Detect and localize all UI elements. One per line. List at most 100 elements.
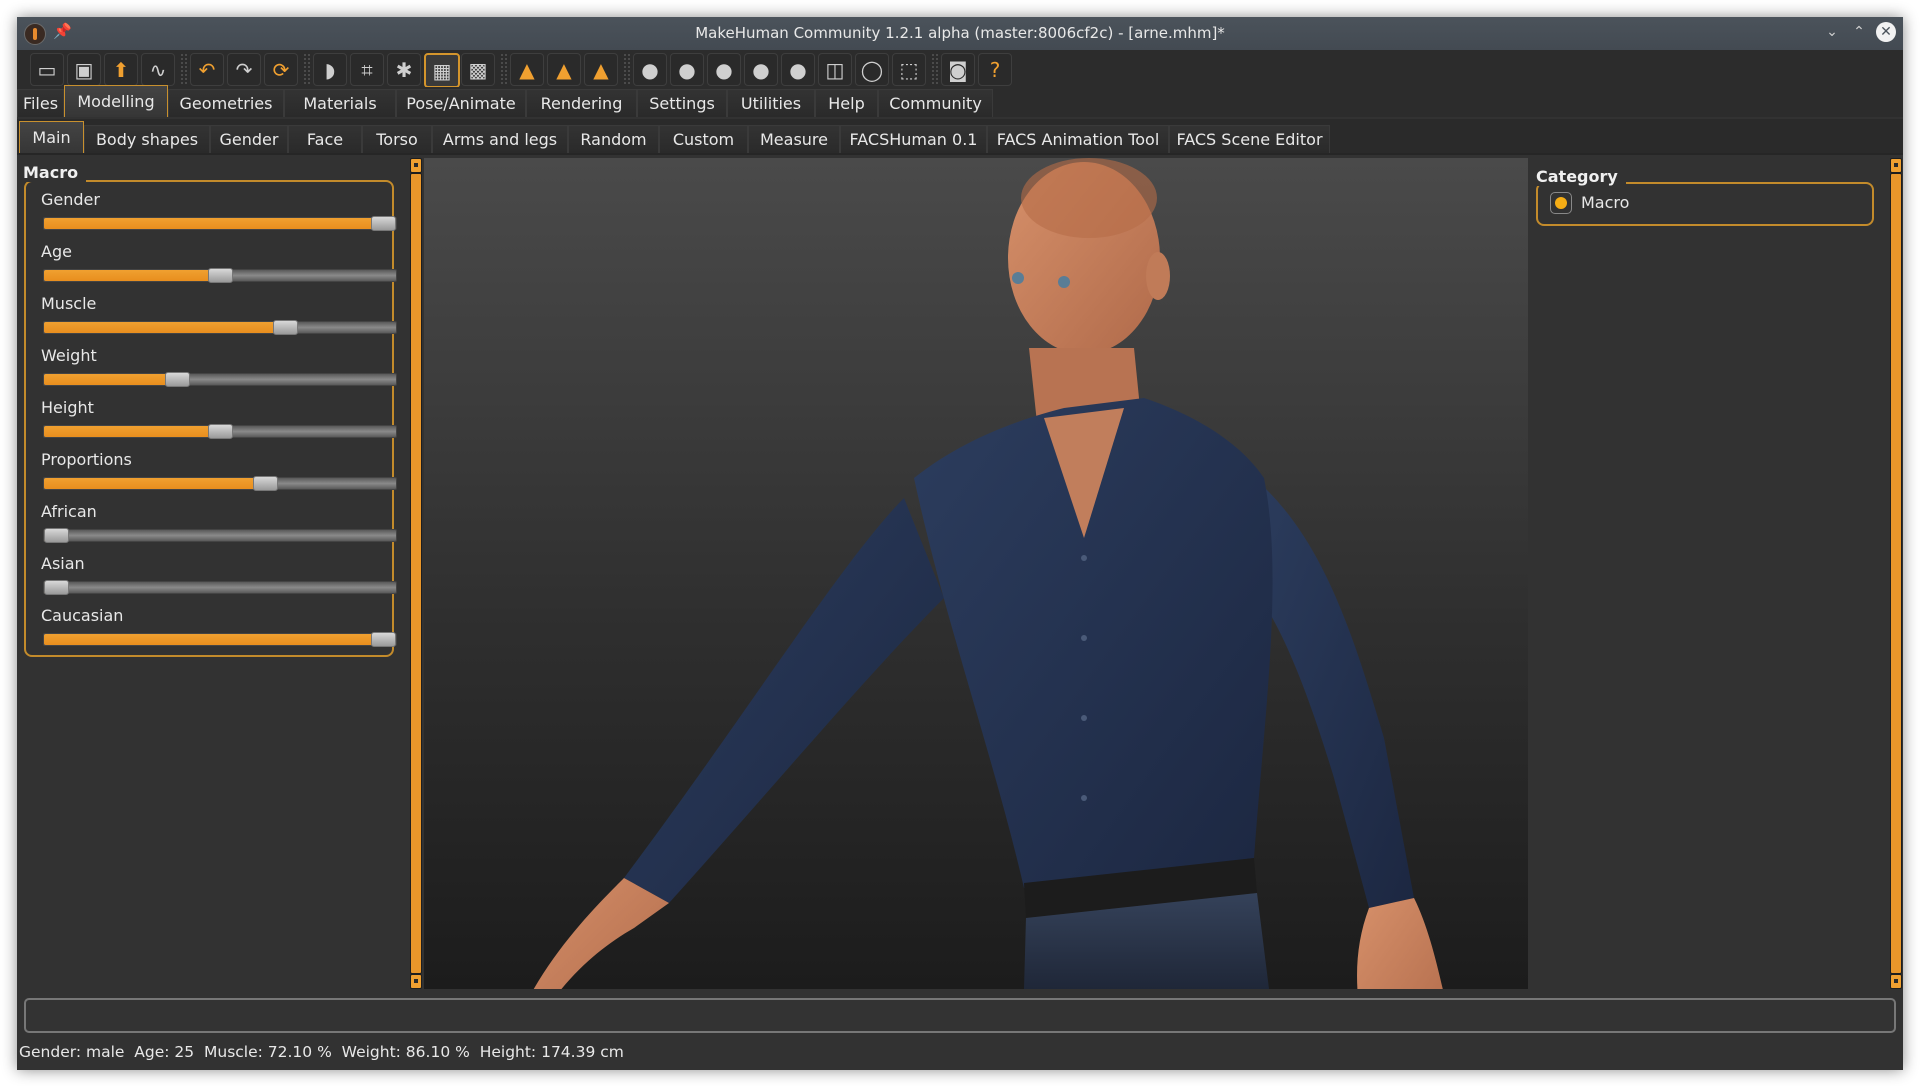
left-scrollbar[interactable] [410, 173, 422, 974]
african-slider-handle[interactable] [44, 528, 69, 543]
macro-radio-label[interactable]: Macro [1581, 193, 1629, 212]
proportions-slider-handle[interactable] [253, 476, 278, 491]
subtab-arms-and-legs[interactable]: Arms and legs [432, 125, 568, 153]
export-button[interactable]: ∿ [141, 53, 175, 86]
right-scroll-down-button[interactable] [1890, 974, 1902, 989]
muscle-slider-handle[interactable] [273, 320, 298, 335]
right-scroll-up-button[interactable] [1890, 158, 1902, 173]
left-scroll-down-button[interactable] [410, 974, 422, 989]
redo-button[interactable]: ↷ [227, 53, 261, 86]
model-arm-left [624, 498, 944, 903]
asian-slider-track[interactable] [43, 580, 397, 595]
close-button[interactable]: ✕ [1876, 22, 1896, 42]
pose-icon: ✱ [395, 57, 413, 82]
caucasian-slider-track[interactable] [43, 632, 397, 647]
subtab-facs-animation-tool[interactable]: FACS Animation Tool [987, 125, 1169, 153]
right-view-button[interactable]: ● [744, 53, 778, 86]
proportions-slider-track[interactable] [43, 476, 397, 491]
subtab-facs-scene-editor[interactable]: FACS Scene Editor [1169, 125, 1330, 153]
tab-modelling[interactable]: Modelling [64, 85, 168, 117]
model-eye-left [1012, 272, 1024, 284]
load-button[interactable]: ⬆ [104, 53, 138, 86]
grid-button[interactable]: ▦ [424, 53, 460, 88]
symmetry-right-button[interactable]: ▲ [510, 53, 544, 86]
status-bar: Gender: male Age: 25 Muscle: 72.10 % Wei… [19, 1043, 624, 1061]
age-slider-handle[interactable] [208, 268, 233, 283]
gender-slider-track[interactable] [43, 216, 397, 231]
symmetry-left-button[interactable]: ▲ [547, 53, 581, 86]
back-view-button[interactable]: ● [670, 53, 704, 86]
subtab-random[interactable]: Random [568, 125, 659, 153]
macro-groupbox: Gender Age Muscle Weight Height Proportions Af… [24, 180, 397, 657]
shirt-button [1081, 555, 1087, 561]
gender-slider-handle[interactable] [371, 216, 396, 231]
tab-help[interactable]: Help [815, 89, 878, 117]
tab-settings[interactable]: Settings [637, 89, 727, 117]
subtab-measure[interactable]: Measure [748, 125, 840, 153]
macro-radio-button[interactable] [1550, 192, 1572, 214]
subtab-main[interactable]: Main [19, 121, 84, 153]
smooth-button[interactable]: ◗ [313, 53, 347, 86]
toolbar-separator [931, 53, 939, 84]
age-slider-track[interactable] [43, 268, 397, 283]
african-slider-track[interactable] [43, 528, 397, 543]
command-input[interactable] [24, 998, 1896, 1033]
muscle-slider-track[interactable] [43, 320, 397, 335]
toolbar: ▭ ▣ ⬆ ∿ ↶ ↷ ⟳ ◗ ⌗ ✱ ▦ ▩ ▲ ▲ ▲ ● ● ● ● ● ◫ ◯ ⬚ ◙? [17, 50, 1903, 88]
undo-button[interactable]: ↶ [190, 53, 224, 86]
reset-icon: ⟳ [272, 57, 290, 82]
subtab-custom[interactable]: Custom [659, 125, 748, 153]
ortho-view-button[interactable]: ⬚ [892, 53, 926, 86]
human-model[interactable] [424, 158, 1528, 989]
subtab-face[interactable]: Face [288, 125, 362, 153]
tab-rendering[interactable]: Rendering [526, 89, 637, 117]
smooth-icon: ◗ [324, 57, 336, 82]
tab-utilities[interactable]: Utilities [727, 89, 815, 117]
tab-materials[interactable]: Materials [284, 89, 396, 117]
maximize-button[interactable]: ⌃ [1848, 21, 1870, 43]
weight-slider-track[interactable] [43, 372, 397, 387]
weight-slider-handle[interactable] [165, 372, 190, 387]
subtab-facshuman-0-1[interactable]: FACSHuman 0.1 [840, 125, 987, 153]
pose-button[interactable]: ✱ [387, 53, 421, 86]
category-group-title: Category [1536, 167, 1626, 186]
height-slider-handle[interactable] [208, 424, 233, 439]
caucasian-slider-handle[interactable] [371, 632, 396, 647]
slider-fill [44, 218, 373, 229]
slider-fill [44, 322, 275, 333]
subtab-torso[interactable]: Torso [362, 125, 432, 153]
asian-slider-handle[interactable] [44, 580, 69, 595]
save-button[interactable]: ▣ [67, 53, 101, 86]
tab-community[interactable]: Community [878, 89, 993, 117]
subtab-gender[interactable]: Gender [210, 125, 288, 153]
reset-camera-button[interactable]: ◯ [855, 53, 889, 86]
minimize-button[interactable]: ⌄ [1821, 21, 1843, 43]
3d-viewport[interactable] [424, 158, 1528, 989]
new-file-icon: ▭ [37, 57, 57, 82]
left-view-button[interactable]: ● [707, 53, 741, 86]
left-panel: Gender Age Muscle Weight Height Proportions Af… [17, 155, 409, 1006]
bottom-view-button[interactable]: ◫ [818, 53, 852, 86]
model-hair [1021, 158, 1157, 238]
screenshot-button[interactable]: ◙ [941, 53, 975, 86]
tab-files[interactable]: Files [17, 89, 64, 117]
slider-fill [44, 270, 210, 281]
top-view-button[interactable]: ● [781, 53, 815, 86]
new-file-button[interactable]: ▭ [30, 53, 64, 86]
reset-button[interactable]: ⟳ [264, 53, 298, 86]
tab-pose-animate[interactable]: Pose/Animate [396, 89, 526, 117]
slider-fill [44, 374, 167, 385]
left-scroll-up-button[interactable] [410, 158, 422, 173]
symmetry-both-button[interactable]: ▲ [584, 53, 618, 86]
height-slider-track[interactable] [43, 424, 397, 439]
right-view-icon: ● [752, 57, 770, 82]
front-view-button[interactable]: ● [633, 53, 667, 86]
shirt-button [1081, 715, 1087, 721]
tab-geometries[interactable]: Geometries [168, 89, 284, 117]
subtab-body-shapes[interactable]: Body shapes [84, 125, 210, 153]
help-button[interactable]: ? [978, 53, 1012, 86]
wireframe-button[interactable]: ⌗ [350, 53, 384, 86]
right-scrollbar[interactable] [1890, 173, 1902, 974]
background-button[interactable]: ▩ [461, 53, 495, 86]
reset-camera-icon: ◯ [860, 57, 884, 82]
